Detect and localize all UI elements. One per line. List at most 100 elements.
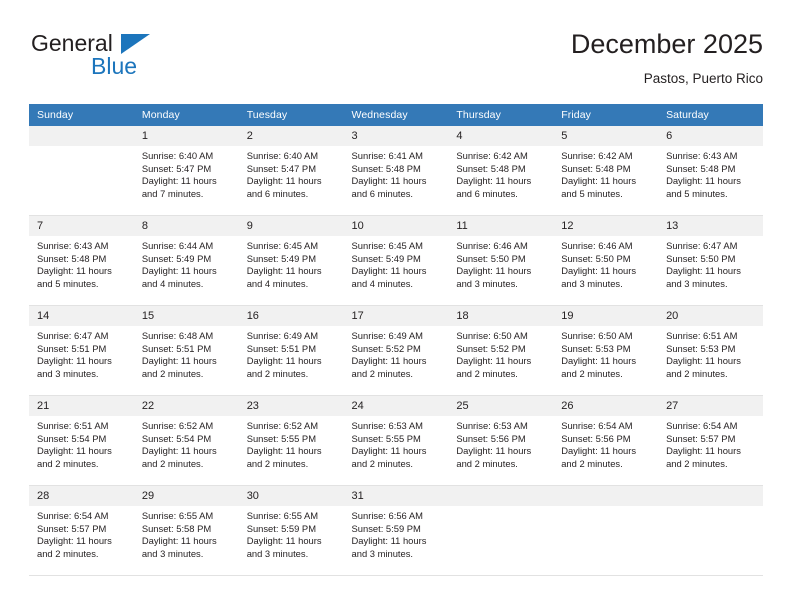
day-info-line: and 2 minutes. (141, 367, 204, 379)
day-info-line: Daylight: 11 hours (456, 175, 532, 187)
day-info-line: Daylight: 11 hours (561, 445, 637, 457)
calendar-page: General Blue December 2025 Pastos, Puert… (0, 0, 792, 612)
day-number: 29 (133, 486, 239, 506)
day-number: 10 (343, 216, 449, 236)
calendar-day-cell[interactable]: 14 Sunrise: 6:47 AM Sunset: 5:51 PM Dayligh… (29, 305, 134, 396)
calendar-day-cell[interactable]: 23 Sunrise: 6:52 AM Sunset: 5:55 PM Dayligh… (238, 395, 344, 486)
day-number: 6 (658, 126, 763, 146)
calendar-day-cell[interactable]: 5 Sunrise: 6:42 AM Sunset: 5:48 PM Daylight… (553, 126, 659, 216)
day-info-line: Sunset: 5:53 PM (561, 342, 631, 354)
general-blue-logo[interactable]: General Blue (29, 28, 249, 84)
day-number: 19 (553, 306, 659, 326)
calendar-day-cell[interactable]: 4 Sunrise: 6:42 AM Sunset: 5:48 PM Daylight… (448, 126, 554, 216)
day-sun-info: Sunrise: 6:53 AM Sunset: 5:56 PM Daylight:… (448, 416, 553, 470)
day-info-line: Daylight: 11 hours (456, 445, 532, 457)
day-info-line: and 6 minutes. (351, 187, 414, 199)
weekday-header-monday: Monday (133, 104, 239, 126)
day-sun-info: Sunrise: 6:56 AM Sunset: 5:59 PM Daylight:… (344, 506, 449, 560)
calendar-day-cell[interactable]: 11 Sunrise: 6:46 AM Sunset: 5:50 PM Dayligh… (448, 215, 554, 306)
day-info-line: Daylight: 11 hours (37, 355, 112, 367)
day-info-line: Sunrise: 6:51 AM (37, 420, 109, 431)
day-info-line: and 2 minutes. (351, 367, 414, 379)
calendar-day-cell[interactable]: 28 Sunrise: 6:54 AM Sunset: 5:57 PM Dayligh… (29, 485, 134, 576)
day-sun-info: Sunrise: 6:55 AM Sunset: 5:58 PM Daylight:… (134, 506, 239, 560)
day-info-line: Daylight: 11 hours (666, 265, 741, 277)
calendar-day-cell[interactable]: 22 Sunrise: 6:52 AM Sunset: 5:54 PM Dayligh… (133, 395, 239, 486)
day-info-line: Daylight: 11 hours (246, 355, 322, 367)
calendar-day-cell[interactable]: 12 Sunrise: 6:46 AM Sunset: 5:50 PM Dayligh… (553, 215, 659, 306)
day-sun-info: Sunrise: 6:53 AM Sunset: 5:55 PM Daylight:… (344, 416, 449, 470)
day-info-line: Daylight: 11 hours (666, 445, 741, 457)
calendar-day-cell[interactable]: 24 Sunrise: 6:53 AM Sunset: 5:55 PM Dayligh… (343, 395, 449, 486)
day-info-line: Sunset: 5:51 PM (141, 342, 212, 354)
day-sun-info: Sunrise: 6:40 AM Sunset: 5:47 PM Daylight:… (239, 146, 344, 200)
day-sun-info (29, 146, 134, 150)
day-cell-inner: 14 Sunrise: 6:47 AM Sunset: 5:51 PM Dayligh… (29, 306, 134, 395)
calendar-day-cell[interactable]: 7 Sunrise: 6:43 AM Sunset: 5:48 PM Daylight… (29, 215, 134, 306)
calendar-day-cell[interactable]: 2 Sunrise: 6:40 AM Sunset: 5:47 PM Daylight… (238, 126, 344, 216)
day-cell-inner: 31 Sunrise: 6:56 AM Sunset: 5:59 PM Dayligh… (343, 486, 449, 575)
day-number: 8 (133, 216, 239, 236)
calendar-day-cell[interactable]: 3 Sunrise: 6:41 AM Sunset: 5:48 PM Daylight… (343, 126, 449, 216)
calendar-day-cell[interactable]: 16 Sunrise: 6:49 AM Sunset: 5:51 PM Dayligh… (238, 305, 344, 396)
calendar-day-cell[interactable]: 18 Sunrise: 6:50 AM Sunset: 5:52 PM Dayligh… (448, 305, 554, 396)
day-info-line: Daylight: 11 hours (141, 535, 217, 547)
calendar-day-cell[interactable]: 10 Sunrise: 6:45 AM Sunset: 5:49 PM Dayligh… (343, 215, 449, 306)
day-info-line: Daylight: 11 hours (456, 265, 532, 277)
calendar-day-cell[interactable]: 9 Sunrise: 6:45 AM Sunset: 5:49 PM Daylight… (238, 215, 344, 306)
calendar-day-cell[interactable]: 13 Sunrise: 6:47 AM Sunset: 5:50 PM Dayligh… (658, 215, 763, 306)
calendar-day-cell[interactable]: 15 Sunrise: 6:48 AM Sunset: 5:51 PM Dayligh… (133, 305, 239, 396)
calendar-day-cell[interactable]: 31 Sunrise: 6:56 AM Sunset: 5:59 PM Dayligh… (343, 485, 449, 576)
calendar-day-cell[interactable]: 21 Sunrise: 6:51 AM Sunset: 5:54 PM Dayligh… (29, 395, 134, 486)
day-info-line: Sunrise: 6:53 AM (456, 420, 528, 431)
calendar-day-cell[interactable]: 17 Sunrise: 6:49 AM Sunset: 5:52 PM Dayligh… (343, 305, 449, 396)
day-info-line: Sunset: 5:48 PM (561, 162, 631, 174)
day-number (658, 486, 763, 506)
day-info-line: Daylight: 11 hours (351, 175, 427, 187)
day-info-line: Sunset: 5:57 PM (666, 432, 736, 444)
day-info-line: Sunset: 5:47 PM (246, 162, 316, 174)
day-cell-inner (29, 126, 134, 215)
calendar-day-cell[interactable]: 1 Sunrise: 6:40 AM Sunset: 5:47 PM Daylight… (133, 126, 239, 216)
day-info-line: Sunset: 5:54 PM (37, 432, 107, 444)
day-cell-inner: 15 Sunrise: 6:48 AM Sunset: 5:51 PM Dayligh… (133, 306, 239, 395)
calendar-day-cell[interactable]: 19 Sunrise: 6:50 AM Sunset: 5:53 PM Dayligh… (553, 305, 659, 396)
page-title: December 2025 (570, 29, 763, 59)
day-info-line: Sunset: 5:54 PM (141, 432, 212, 444)
day-info-line: Sunset: 5:59 PM (246, 522, 316, 534)
day-number: 5 (553, 126, 659, 146)
day-info-line: Daylight: 11 hours (246, 175, 322, 187)
day-info-line: Sunset: 5:51 PM (37, 342, 107, 354)
calendar-day-cell[interactable]: 8 Sunrise: 6:44 AM Sunset: 5:49 PM Daylight… (133, 215, 239, 306)
weekday-header-thursday: Thursday (448, 104, 554, 126)
day-sun-info: Sunrise: 6:40 AM Sunset: 5:47 PM Daylight:… (134, 146, 239, 200)
day-cell-inner: 20 Sunrise: 6:51 AM Sunset: 5:53 PM Dayligh… (658, 306, 763, 395)
calendar-day-cell[interactable]: 6 Sunrise: 6:43 AM Sunset: 5:48 PM Daylight… (658, 126, 763, 216)
calendar-day-cell[interactable]: 20 Sunrise: 6:51 AM Sunset: 5:53 PM Dayligh… (658, 305, 763, 396)
calendar-week-row: 7 Sunrise: 6:43 AM Sunset: 5:48 PM Daylight… (29, 215, 763, 306)
day-sun-info: Sunrise: 6:43 AM Sunset: 5:48 PM Daylight:… (658, 146, 763, 200)
day-number: 23 (238, 396, 344, 416)
day-info-line: and 3 minutes. (456, 277, 518, 289)
calendar-day-cell[interactable]: 26 Sunrise: 6:54 AM Sunset: 5:56 PM Dayligh… (553, 395, 659, 486)
calendar-day-cell[interactable]: 25 Sunrise: 6:53 AM Sunset: 5:56 PM Dayligh… (448, 395, 554, 486)
calendar-day-cell[interactable]: 30 Sunrise: 6:55 AM Sunset: 5:59 PM Dayligh… (238, 485, 344, 576)
calendar-day-cell[interactable]: 27 Sunrise: 6:54 AM Sunset: 5:57 PM Dayligh… (658, 395, 763, 486)
day-cell-inner (553, 486, 659, 575)
calendar-table: Sunday Monday Tuesday Wednesday Thursday Frid… (29, 104, 763, 576)
day-sun-info: Sunrise: 6:54 AM Sunset: 5:57 PM Daylight:… (658, 416, 763, 470)
day-info-line: Sunrise: 6:54 AM (666, 420, 738, 431)
calendar-day-cell (29, 126, 134, 216)
day-cell-inner: 25 Sunrise: 6:53 AM Sunset: 5:56 PM Dayligh… (448, 396, 554, 485)
day-info-line: Sunset: 5:55 PM (246, 432, 316, 444)
day-info-line: Sunrise: 6:45 AM (351, 240, 423, 251)
weekday-header-sunday: Sunday (29, 104, 134, 126)
day-info-line: and 2 minutes. (561, 367, 623, 379)
calendar-day-cell (553, 485, 659, 576)
day-info-line: Daylight: 11 hours (351, 535, 427, 547)
day-number: 31 (343, 486, 449, 506)
day-number: 16 (238, 306, 344, 326)
day-info-line: Daylight: 11 hours (141, 445, 217, 457)
day-cell-inner: 2 Sunrise: 6:40 AM Sunset: 5:47 PM Daylight… (238, 126, 344, 215)
calendar-day-cell[interactable]: 29 Sunrise: 6:55 AM Sunset: 5:58 PM Dayligh… (133, 485, 239, 576)
